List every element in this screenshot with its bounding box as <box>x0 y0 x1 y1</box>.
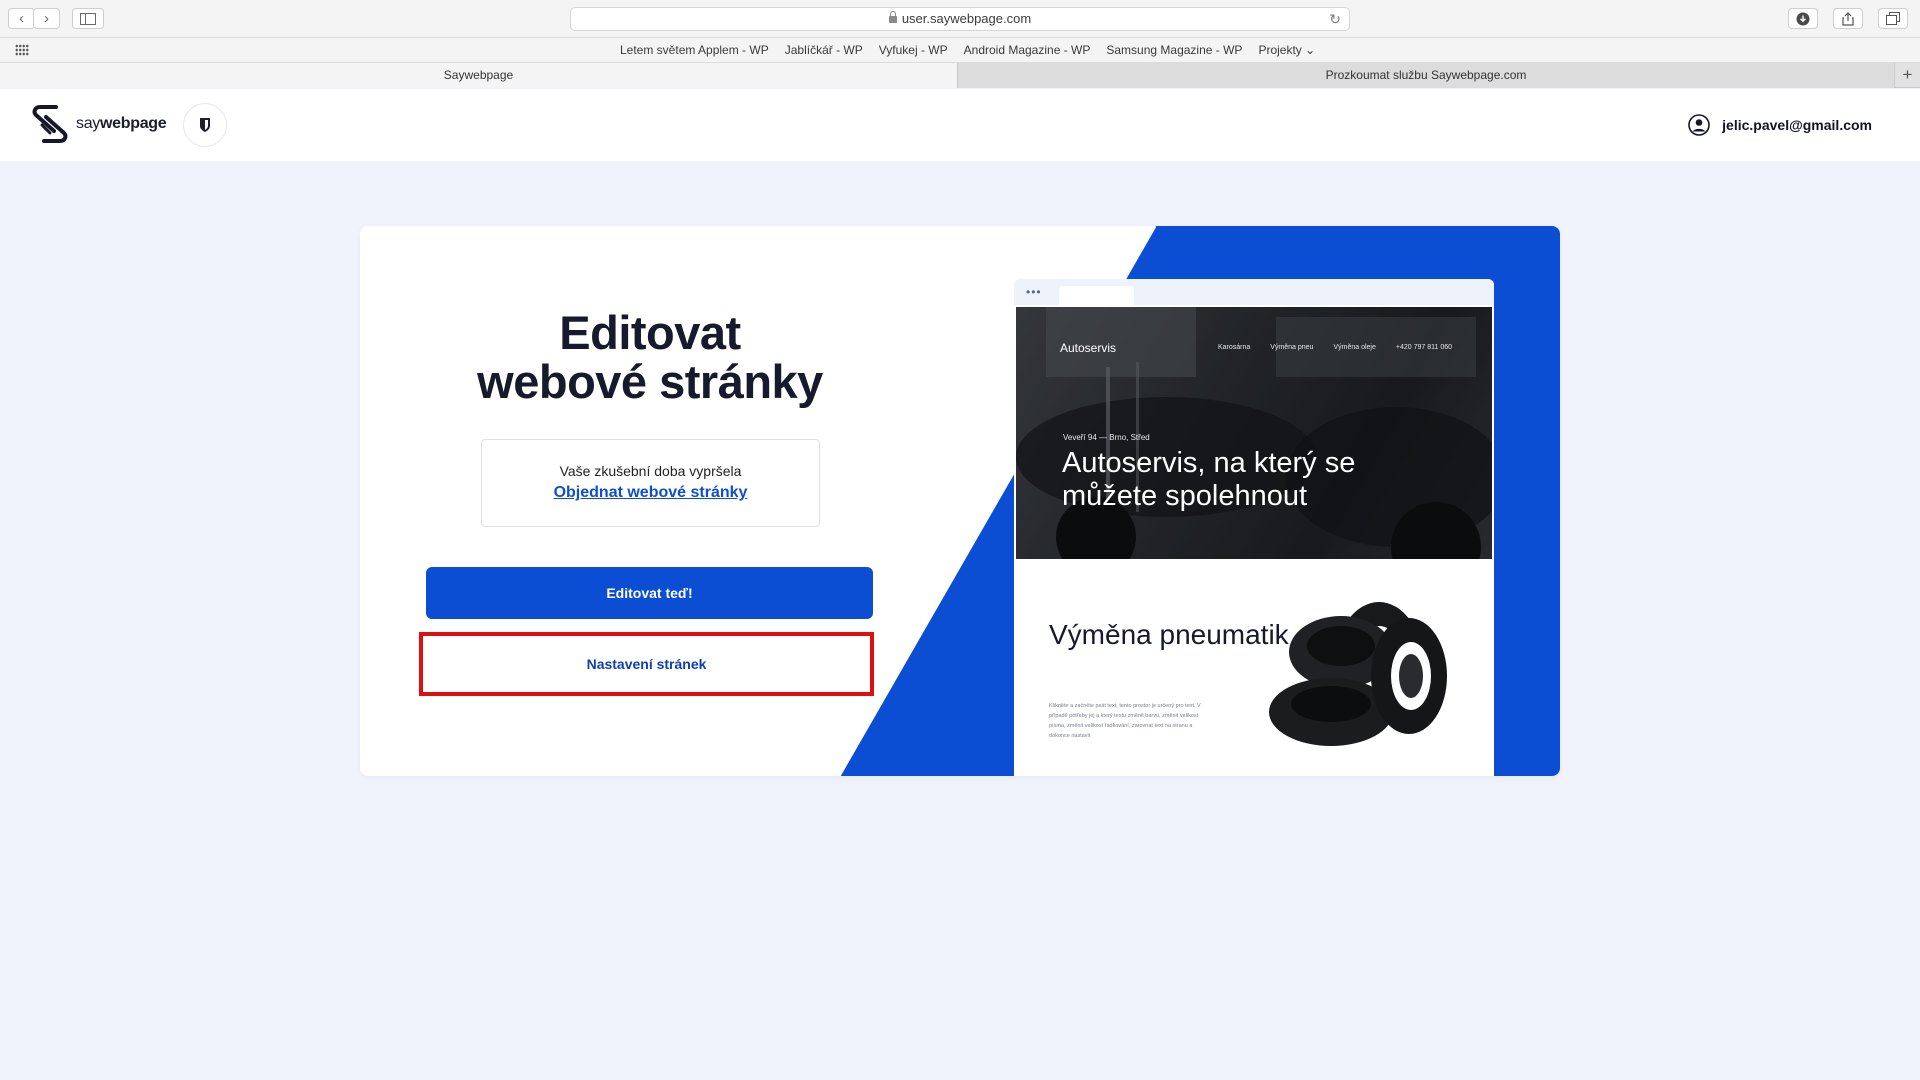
bookmark-vyfukej[interactable]: Vyfukej - WP <box>879 43 948 57</box>
bookmark-samsung-magazine[interactable]: Samsung Magazine - WP <box>1106 43 1242 57</box>
trial-notice-box: Vaše zkušební doba vypršela Objednat web… <box>481 439 820 527</box>
user-account[interactable]: jelic.pavel@gmail.com <box>1688 114 1872 136</box>
browser-toolbar: ‹ › user.saywebpage.com ↻ <box>0 0 1920 38</box>
tab-saywebpage[interactable]: Saywebpage <box>0 63 958 88</box>
logo-text: saywebpage <box>76 115 167 132</box>
page-title: Editovat webové stránky <box>477 306 823 408</box>
preview-hero: Autoservis Karosárna Výměna pneu Výměna … <box>1016 307 1492 559</box>
bookmark-jablickar[interactable]: Jablíčkář - WP <box>785 43 863 57</box>
grid-icon[interactable] <box>15 44 29 56</box>
tabs-overview-icon <box>1886 12 1900 25</box>
preview-dots-icon: ••• <box>1026 285 1042 299</box>
edit-website-card: Editovat webové stránky Vaše zkušební do… <box>360 226 1560 776</box>
saywebpage-logo[interactable]: saywebpage <box>30 103 167 145</box>
site-settings-button[interactable]: Nastavení stránek <box>423 636 870 692</box>
new-tab-button[interactable]: + <box>1894 63 1920 88</box>
preview-nav-item: Karosárna <box>1217 344 1251 351</box>
reload-icon[interactable]: ↻ <box>1329 8 1341 30</box>
shield-button[interactable] <box>183 103 227 147</box>
preview-tab <box>1059 286 1134 305</box>
bookmark-android-magazine[interactable]: Android Magazine - WP <box>964 43 1091 57</box>
download-icon <box>1796 12 1810 26</box>
saywebpage-logo-icon <box>32 105 68 143</box>
share-button[interactable] <box>1833 8 1863 29</box>
tab-bar: Saywebpage Prozkoumat službu Saywebpage.… <box>0 63 1920 88</box>
preview-address: Veveří 94 — Brno, Střed <box>1063 433 1150 442</box>
tab-prozkoumat-sluzbu[interactable]: Prozkoumat službu Saywebpage.com <box>958 63 1894 88</box>
url-text: user.saywebpage.com <box>901 11 1032 26</box>
tabs-overview-button[interactable] <box>1878 8 1908 29</box>
app-header: saywebpage jelic.pavel@gmail.com <box>0 89 1920 161</box>
preview-nav-item: +420 797 811 060 <box>1395 344 1452 351</box>
user-avatar-icon <box>1688 114 1710 136</box>
preview-nav-item: Výměna pneu <box>1270 344 1314 351</box>
tires-image <box>1269 602 1447 746</box>
preview-section-title: Výměna pneumatik <box>1049 619 1289 650</box>
bookmarks-bar: Letem světem Applem - WP Jablíčkář - WP … <box>0 38 1920 63</box>
address-bar[interactable]: user.saywebpage.com ↻ <box>570 7 1350 31</box>
lock-icon <box>888 11 897 24</box>
back-button[interactable]: ‹ <box>8 8 35 29</box>
bookmark-letem-svetem-applem[interactable]: Letem světem Applem - WP <box>620 43 769 57</box>
preview-hero-title: Autoservis, na který se můžete spolehnou… <box>1062 447 1356 512</box>
website-preview: ••• Autoservis Karosárna Výměna pneu Vým… <box>1014 279 1494 776</box>
preview-nav: Karosárna Výměna pneu Výměna oleje +420 … <box>1218 344 1452 351</box>
preview-nav-item: Výměna oleje <box>1333 344 1376 351</box>
sidebar-button[interactable] <box>72 8 104 29</box>
shield-icon <box>200 118 210 132</box>
preview-section-text: Klikněte a začněte psát text, tento pros… <box>1049 703 1201 739</box>
forward-button[interactable]: › <box>33 8 60 29</box>
sidebar-icon <box>80 13 96 25</box>
forward-icon: › <box>44 10 49 27</box>
preview-brand: Autoservis <box>1060 341 1117 355</box>
preview-window-bar: ••• <box>1014 279 1494 305</box>
edit-now-button[interactable]: Editovat teď! <box>426 567 873 619</box>
download-button[interactable] <box>1788 8 1818 29</box>
trial-expired-text: Vaše zkušební doba vypršela <box>559 463 742 479</box>
share-icon <box>1842 12 1854 26</box>
user-email: jelic.pavel@gmail.com <box>1722 117 1872 133</box>
bookmark-projekty-folder[interactable]: Projekty ⌄ <box>1258 43 1315 57</box>
order-website-link[interactable]: Objednat webové stránky <box>482 484 819 502</box>
back-icon: ‹ <box>19 10 24 27</box>
